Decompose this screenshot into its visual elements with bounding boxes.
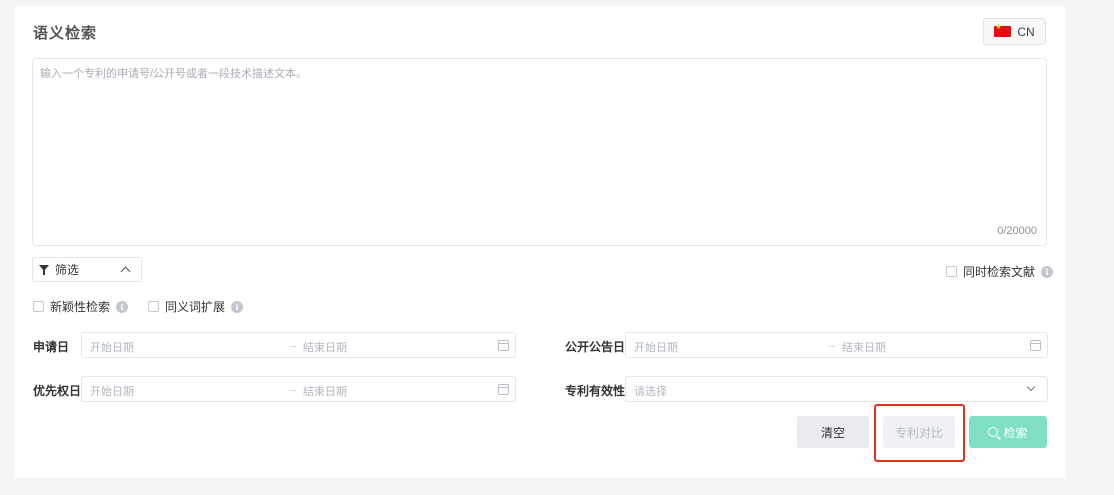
priority-date-label: 优先权日	[33, 384, 82, 398]
filter-toggle-button[interactable]: 筛选	[32, 257, 142, 282]
info-icon[interactable]: i	[231, 300, 244, 313]
search-button[interactable]: 检索	[969, 416, 1047, 448]
novelty-search-checkbox[interactable]	[33, 301, 44, 312]
patent-validity-select[interactable]: 请选择	[625, 376, 1048, 402]
novelty-search-option[interactable]: 新颖性检索 i	[33, 298, 129, 315]
search-literature-option[interactable]: 同时检索文献 i	[946, 263, 1054, 280]
publication-date-label: 公开公告日	[565, 340, 626, 354]
language-label: CN	[1017, 24, 1035, 39]
char-counter: 0/20000	[997, 225, 1037, 237]
chevron-down-icon	[1026, 382, 1036, 392]
start-date-placeholder: 开始日期	[90, 386, 134, 398]
synonym-expansion-label: 同义词扩展	[165, 300, 226, 314]
clear-label: 清空	[820, 425, 845, 440]
funnel-icon	[39, 264, 51, 276]
application-date-label: 申请日	[33, 340, 70, 354]
search-literature-checkbox[interactable]	[946, 266, 957, 277]
start-date-placeholder: 开始日期	[90, 342, 134, 354]
end-date-placeholder: 结束日期	[842, 342, 886, 354]
language-switch-button[interactable]: CN	[983, 18, 1046, 45]
search-literature-label: 同时检索文献	[963, 265, 1036, 279]
clear-button[interactable]: 清空	[797, 416, 869, 448]
query-placeholder: 输入一个专利的申请号/公开号或者一段技术描述文本。	[40, 68, 308, 80]
start-date-placeholder: 开始日期	[634, 342, 678, 354]
china-flag-icon	[994, 23, 1012, 37]
query-textarea[interactable]: 输入一个专利的申请号/公开号或者一段技术描述文本。 0/20000	[32, 58, 1047, 246]
end-date-placeholder: 结束日期	[303, 386, 347, 398]
application-date-range[interactable]: 开始日期 → 结束日期	[81, 332, 516, 358]
highlight-box	[874, 404, 965, 462]
arrow-right-icon: →	[287, 339, 298, 351]
calendar-icon	[1030, 340, 1041, 351]
calendar-icon	[498, 384, 509, 395]
arrow-right-icon: →	[287, 383, 298, 395]
search-label: 检索	[1003, 425, 1028, 440]
patent-validity-placeholder: 请选择	[634, 386, 667, 398]
synonym-expansion-checkbox[interactable]	[148, 301, 159, 312]
info-icon[interactable]: i	[116, 300, 129, 313]
filter-label: 筛选	[55, 263, 80, 277]
info-icon[interactable]: i	[1041, 265, 1054, 278]
synonym-expansion-option[interactable]: 同义词扩展 i	[148, 298, 244, 315]
chevron-up-icon	[120, 266, 131, 277]
page-title: 语义检索	[33, 25, 98, 42]
priority-date-range[interactable]: 开始日期 → 结束日期	[81, 376, 516, 402]
search-icon	[988, 427, 999, 437]
arrow-right-icon: →	[826, 339, 837, 351]
calendar-icon	[498, 340, 509, 351]
end-date-placeholder: 结束日期	[303, 342, 347, 354]
novelty-search-label: 新颖性检索	[50, 300, 111, 314]
patent-validity-label: 专利有效性	[565, 384, 626, 398]
publication-date-range[interactable]: 开始日期 → 结束日期	[625, 332, 1048, 358]
